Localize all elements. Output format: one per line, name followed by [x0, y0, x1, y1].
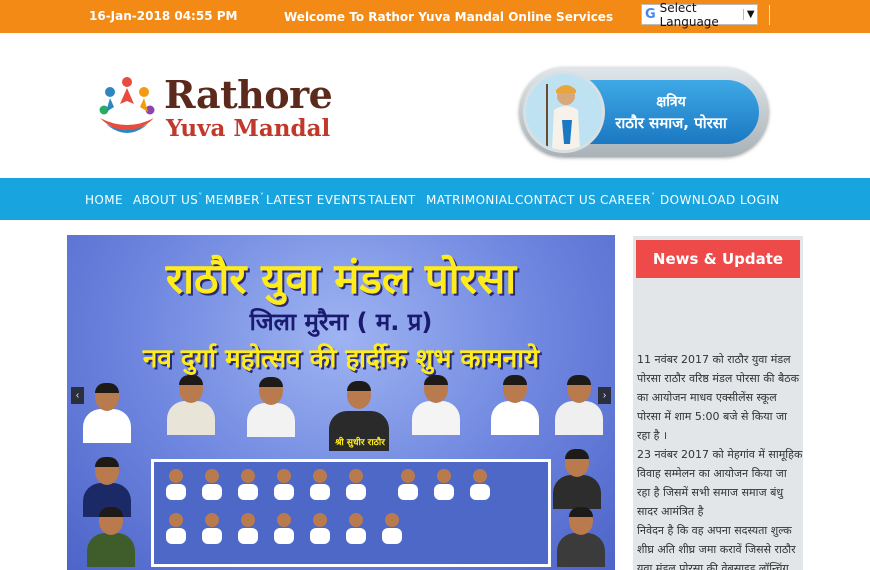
member-photo: [491, 375, 539, 435]
banner-district: जिला मुरैना ( म. प्र): [249, 308, 433, 336]
logo-subtitle: Yuva Mandal: [166, 115, 331, 142]
nav-label: ABOUT US: [133, 193, 199, 207]
news-title: News & Update: [636, 240, 800, 278]
nav-talent[interactable]: TALENT: [368, 193, 416, 207]
member-photo: [555, 375, 603, 435]
nav-career[interactable]: CAREER˅: [600, 192, 656, 207]
samaj-badge: क्षत्रिय राठौर समाज, पोरसा: [519, 67, 769, 157]
nav-label: CAREER: [600, 193, 651, 207]
news-ticker: 11 नवंबर 2017 को राठौर युवा मंडल पोरसा र…: [637, 350, 803, 570]
news-item[interactable]: 23 नवंबर 2017 को मेहगांव में सामूहिक विव…: [637, 445, 803, 521]
nav-label: HOME: [85, 193, 124, 207]
banner-greeting: नव दुर्गा महोत्सव की हार्दीक शुभ कामनाये: [142, 344, 540, 374]
nav-latest-events[interactable]: LATEST EVENTS: [266, 193, 366, 207]
slider-next-button[interactable]: ›: [598, 387, 611, 404]
language-select[interactable]: G Select Language ▼: [641, 1, 758, 29]
dropdown-arrow-icon: ▼: [743, 9, 757, 20]
news-item[interactable]: निवेदन है कि वह अपना सदस्यता शुल्क शीघ्र…: [637, 521, 803, 570]
news-item[interactable]: 11 नवंबर 2017 को राठौर युवा मंडल पोरसा र…: [637, 350, 803, 445]
banner-heading: राठौर युवा मंडल पोरसा: [165, 254, 517, 303]
badge-line1: क्षत्रिय: [656, 93, 686, 110]
member-photo: [412, 375, 460, 435]
top-bar: 16-Jan-2018 04:55 PM Welcome To Rathor Y…: [0, 0, 870, 33]
chevron-down-icon: ˅: [198, 192, 203, 201]
nav-contact-us[interactable]: CONTACT US: [515, 193, 596, 207]
nav-label: LATEST EVENTS: [266, 193, 367, 207]
divider: [769, 5, 770, 25]
nav-label: MATRIMONIAL: [426, 193, 515, 207]
main-nav: HOME ABOUT US˅ MEMBER˅ LATEST EVENTS TAL…: [0, 178, 870, 220]
nav-label: CONTACT US: [515, 193, 597, 207]
current-datetime: 16-Jan-2018 04:55 PM: [89, 9, 238, 23]
chevron-down-icon: ˅: [259, 192, 265, 201]
member-photo: [557, 507, 605, 567]
nav-label: MEMBER: [205, 193, 260, 207]
nav-login[interactable]: LOGIN: [740, 193, 780, 207]
logo-title: Rathore: [164, 72, 333, 117]
group-photo-inset: [151, 459, 551, 567]
nav-matrimonial[interactable]: MATRIMONIAL: [426, 193, 514, 207]
member-photo: [167, 375, 215, 435]
banner-caption-center: श्री सुधीर राठौर: [335, 438, 385, 448]
warrior-portrait-icon: [523, 71, 605, 153]
group-photo-icon: [166, 469, 490, 544]
slider-prev-button[interactable]: ‹: [71, 387, 84, 404]
member-photo: [247, 377, 295, 437]
language-select-label: Select Language: [659, 0, 719, 29]
nav-member[interactable]: MEMBER˅: [205, 192, 265, 207]
nav-label: DOWNLOAD: [660, 193, 736, 207]
nav-label: TALENT: [368, 193, 416, 207]
site-header: Rathore Yuva Mandal क्षत्रिय राठौर समाज,…: [0, 33, 870, 178]
google-g-icon: G: [644, 7, 656, 22]
badge-line2: राठौर समाज, पोरसा: [615, 113, 727, 132]
welcome-message: Welcome To Rathor Yuva Mandal Online Ser…: [284, 10, 614, 24]
member-photo: [83, 383, 131, 443]
site-logo[interactable]: Rathore Yuva Mandal: [96, 72, 346, 144]
news-panel: News & Update 11 नवंबर 2017 को राठौर युव…: [633, 236, 803, 570]
people-logo-icon: [99, 77, 155, 133]
nav-about-us[interactable]: ABOUT US˅: [133, 192, 203, 207]
member-photo: [87, 507, 135, 567]
badge-text-panel: क्षत्रिय राठौर समाज, पोरसा: [583, 80, 759, 144]
chevron-down-icon: ˅: [650, 192, 656, 201]
nav-home[interactable]: HOME: [85, 193, 123, 207]
nav-label: LOGIN: [740, 193, 780, 207]
nav-download[interactable]: DOWNLOAD: [660, 193, 736, 207]
member-photo: [553, 449, 601, 509]
banner-slider[interactable]: राठौर युवा मंडल पोरसा जिला मुरैना ( म. प…: [67, 235, 615, 570]
